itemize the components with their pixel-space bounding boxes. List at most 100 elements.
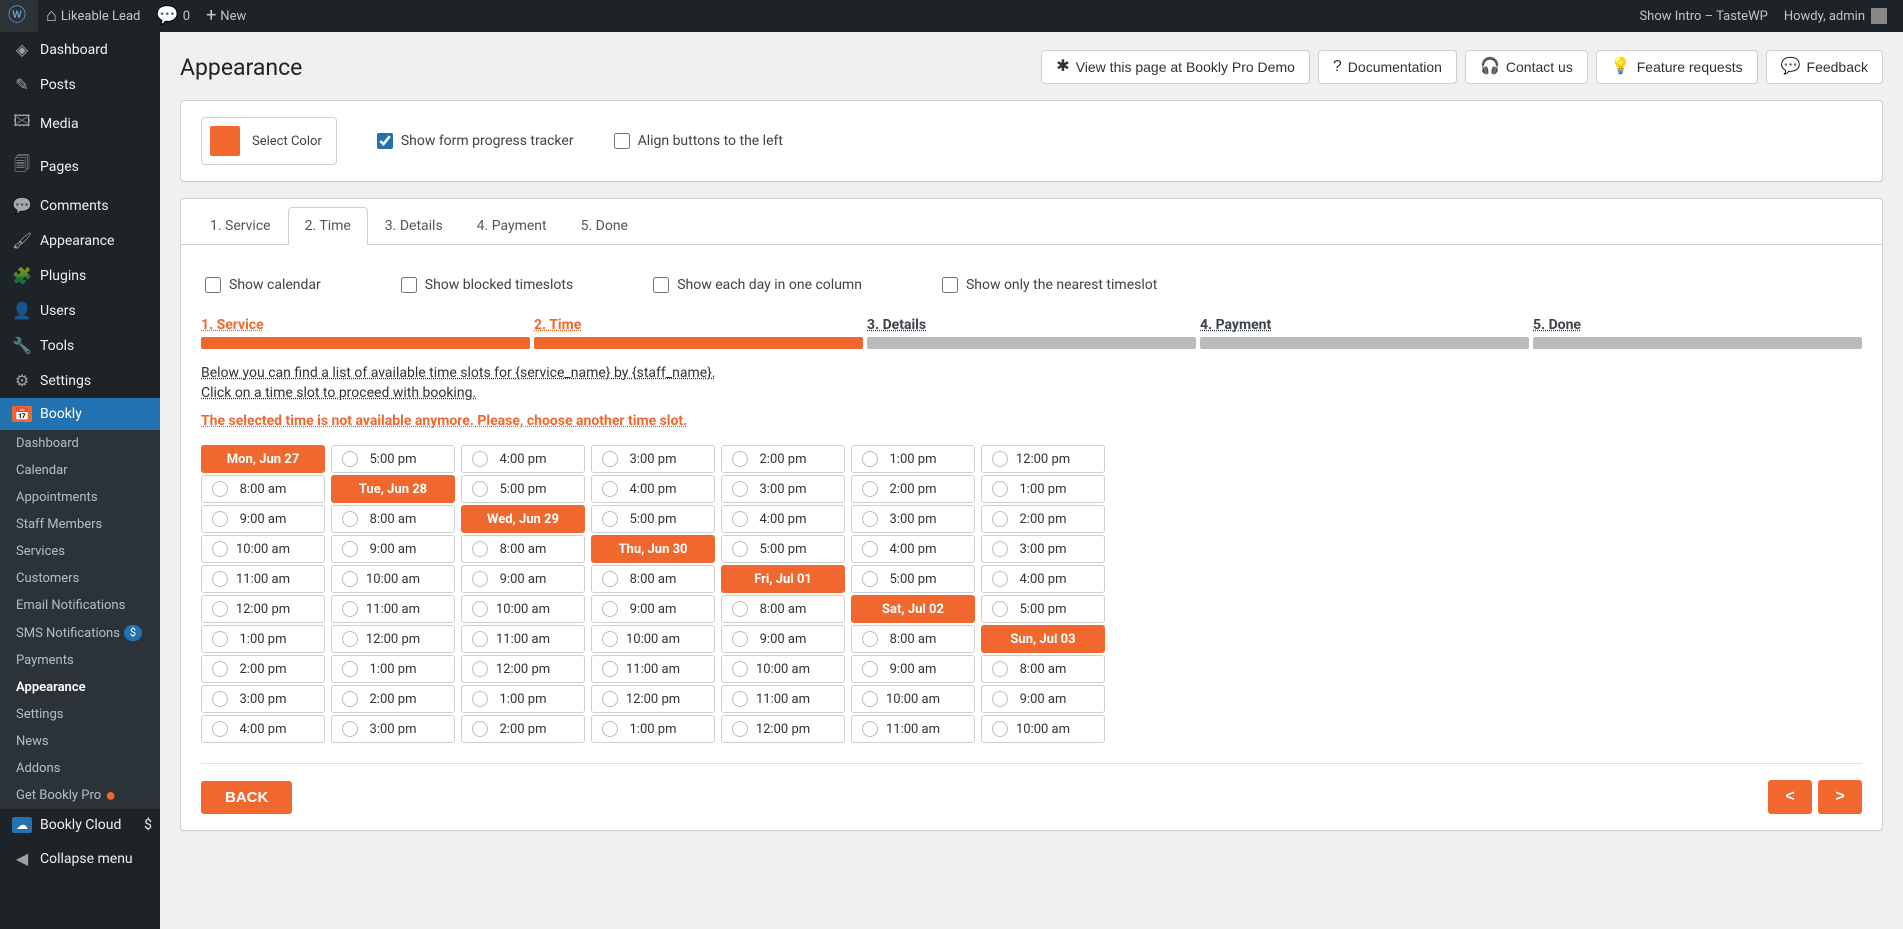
time-slot[interactable]: 11:00 am — [721, 685, 845, 713]
time-slot[interactable]: 5:00 pm — [591, 505, 715, 533]
menu-item-pages[interactable]: 🗐Pages — [0, 145, 160, 188]
submenu-calendar[interactable]: Calendar — [0, 457, 160, 484]
time-slot[interactable]: 4:00 pm — [461, 445, 585, 473]
contact-us-button[interactable]: 🎧Contact us — [1465, 50, 1588, 84]
time-slot[interactable]: 4:00 pm — [201, 715, 325, 743]
time-slot[interactable]: 3:00 pm — [721, 475, 845, 503]
submenu-appointments[interactable]: Appointments — [0, 484, 160, 511]
checkbox-input[interactable] — [653, 277, 669, 293]
time-slot[interactable]: 9:00 am — [851, 655, 975, 683]
submenu-dashboard[interactable]: Dashboard — [0, 430, 160, 457]
time-slot[interactable]: 10:00 am — [981, 715, 1105, 743]
step-label[interactable]: 3. Details — [867, 317, 1196, 333]
documentation-button[interactable]: ?Documentation — [1318, 50, 1457, 84]
time-slot[interactable]: 8:00 am — [591, 565, 715, 593]
help-text-1[interactable]: Below you can find a list of available t… — [201, 365, 1862, 381]
wp-logo[interactable]: ⓦ — [0, 0, 38, 32]
time-slot[interactable]: 4:00 pm — [851, 535, 975, 563]
tab--time[interactable]: 2. Time — [288, 207, 368, 245]
time-slot[interactable]: 5:00 pm — [981, 595, 1105, 623]
time-slot[interactable]: 5:00 pm — [721, 535, 845, 563]
warning-text[interactable]: The selected time is not available anymo… — [201, 413, 1862, 429]
time-slot[interactable]: 12:00 pm — [981, 445, 1105, 473]
back-button[interactable]: BACK — [201, 781, 292, 814]
menu-item-posts[interactable]: ✎Posts — [0, 67, 160, 102]
time-slot[interactable]: 10:00 am — [331, 565, 455, 593]
menu-item-tools[interactable]: 🔧Tools — [0, 328, 160, 363]
menu-item-plugins[interactable]: 🧩Plugins — [0, 258, 160, 293]
menu-item-bookly[interactable]: 📅Bookly — [0, 398, 160, 430]
time-slot[interactable]: 12:00 pm — [331, 625, 455, 653]
time-slot[interactable]: 2:00 pm — [721, 445, 845, 473]
step-label[interactable]: 1. Service — [201, 317, 530, 333]
step-label[interactable]: 4. Payment — [1200, 317, 1529, 333]
time-slot[interactable]: 4:00 pm — [591, 475, 715, 503]
time-slot[interactable]: 11:00 am — [331, 595, 455, 623]
time-slot[interactable]: 3:00 pm — [201, 685, 325, 713]
time-slot[interactable]: 10:00 am — [721, 655, 845, 683]
time-slot[interactable]: 12:00 pm — [461, 655, 585, 683]
time-slot[interactable]: 4:00 pm — [721, 505, 845, 533]
menu-item-settings[interactable]: ⚙Settings — [0, 363, 160, 398]
menu-item-comments[interactable]: 💬Comments — [0, 188, 160, 223]
time-slot[interactable]: 9:00 am — [591, 595, 715, 623]
submenu-get-bookly-pro[interactable]: Get Bookly Pro● — [0, 782, 160, 809]
menu-item-appearance[interactable]: 🖌Appearance — [0, 223, 160, 258]
time-slot[interactable]: 1:00 pm — [331, 655, 455, 683]
time-slot[interactable]: 5:00 pm — [851, 565, 975, 593]
submenu-news[interactable]: News — [0, 728, 160, 755]
menu-item-users[interactable]: 👤Users — [0, 293, 160, 328]
submenu-settings[interactable]: Settings — [0, 701, 160, 728]
checkbox-input[interactable] — [401, 277, 417, 293]
time-slot[interactable]: 3:00 pm — [851, 505, 975, 533]
time-slot[interactable]: 11:00 am — [201, 565, 325, 593]
time-slot[interactable]: 5:00 pm — [461, 475, 585, 503]
time-slot[interactable]: 4:00 pm — [981, 565, 1105, 593]
next-button[interactable]: > — [1818, 780, 1862, 814]
show-intro-link[interactable]: Show Intro – TasteWP — [1631, 0, 1775, 32]
time-slot[interactable]: 8:00 am — [721, 595, 845, 623]
time-slot[interactable]: 11:00 am — [851, 715, 975, 743]
submenu-appearance[interactable]: Appearance — [0, 674, 160, 701]
comments-link[interactable]: 💬0 — [148, 0, 198, 32]
time-slot[interactable]: 1:00 pm — [591, 715, 715, 743]
time-slot[interactable]: 10:00 am — [851, 685, 975, 713]
opt-show-each-day-in-one-column[interactable]: Show each day in one column — [653, 277, 862, 293]
time-slot[interactable]: 3:00 pm — [331, 715, 455, 743]
submenu-sms-notifications[interactable]: SMS Notifications$ — [0, 619, 160, 647]
time-slot[interactable]: 2:00 pm — [981, 505, 1105, 533]
time-slot[interactable]: 2:00 pm — [201, 655, 325, 683]
submenu-customers[interactable]: Customers — [0, 565, 160, 592]
time-slot[interactable]: 2:00 pm — [851, 475, 975, 503]
site-name-link[interactable]: ⌂Likeable Lead — [38, 0, 148, 32]
select-color-button[interactable]: Select Color — [201, 117, 337, 165]
time-slot[interactable]: 2:00 pm — [461, 715, 585, 743]
checkbox-input[interactable] — [205, 277, 221, 293]
prev-button[interactable]: < — [1768, 780, 1812, 814]
time-slot[interactable]: 12:00 pm — [591, 685, 715, 713]
submenu-addons[interactable]: Addons — [0, 755, 160, 782]
submenu-payments[interactable]: Payments — [0, 647, 160, 674]
show-progress-checkbox[interactable]: Show form progress tracker — [377, 133, 574, 149]
time-slot[interactable]: 9:00 am — [981, 685, 1105, 713]
opt-show-only-the-nearest-timeslot[interactable]: Show only the nearest timeslot — [942, 277, 1157, 293]
time-slot[interactable]: 11:00 am — [461, 625, 585, 653]
checkbox-input[interactable] — [942, 277, 958, 293]
my-account-link[interactable]: Howdy, admin — [1776, 0, 1895, 32]
time-slot[interactable]: 8:00 am — [981, 655, 1105, 683]
time-slot[interactable]: 10:00 am — [591, 625, 715, 653]
time-slot[interactable]: 9:00 am — [331, 535, 455, 563]
time-slot[interactable]: 11:00 am — [591, 655, 715, 683]
time-slot[interactable]: 10:00 am — [201, 535, 325, 563]
time-slot[interactable]: 1:00 pm — [461, 685, 585, 713]
time-slot[interactable]: 2:00 pm — [331, 685, 455, 713]
menu-item-dashboard[interactable]: ◈Dashboard — [0, 32, 160, 67]
time-slot[interactable]: 9:00 am — [721, 625, 845, 653]
feedback-button[interactable]: 💬Feedback — [1766, 50, 1883, 84]
time-slot[interactable]: 9:00 am — [461, 565, 585, 593]
time-slot[interactable]: 8:00 am — [201, 475, 325, 503]
opt-show-blocked-timeslots[interactable]: Show blocked timeslots — [401, 277, 573, 293]
step-label[interactable]: 5. Done — [1533, 317, 1862, 333]
time-slot[interactable]: 3:00 pm — [981, 535, 1105, 563]
tab--payment[interactable]: 4. Payment — [460, 207, 564, 244]
